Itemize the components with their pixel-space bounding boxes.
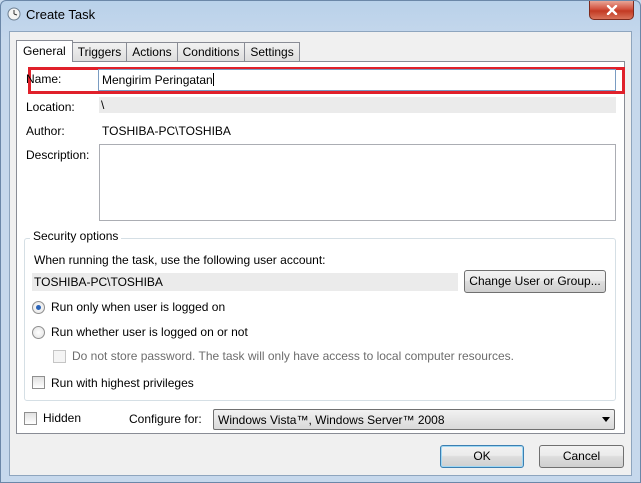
run-logged-on-label[interactable]: Run only when user is logged on xyxy=(51,300,225,314)
cancel-button[interactable]: Cancel xyxy=(539,445,624,468)
account-prompt: When running the task, use the following… xyxy=(34,253,326,267)
run-whether-logged-on-radio[interactable] xyxy=(32,326,45,339)
hidden-label[interactable]: Hidden xyxy=(43,411,81,425)
create-task-dialog: Create Task General Triggers Actions Con… xyxy=(0,0,641,483)
tab-settings[interactable]: Settings xyxy=(244,42,300,62)
tab-actions[interactable]: Actions xyxy=(126,42,178,62)
window-title: Create Task xyxy=(26,7,96,22)
author-label: Author: xyxy=(26,124,65,138)
name-label: Name: xyxy=(26,72,62,86)
user-account-value: TOSHIBA-PC\TOSHIBA xyxy=(34,275,163,289)
task-clock-icon xyxy=(7,7,21,21)
configure-for-label: Configure for: xyxy=(129,412,202,426)
dropdown-arrow-icon xyxy=(602,417,610,422)
description-textarea[interactable] xyxy=(99,144,616,221)
location-label: Location: xyxy=(26,100,75,114)
highest-privileges-label[interactable]: Run with highest privileges xyxy=(51,376,194,390)
radio-selected-dot xyxy=(36,305,41,310)
location-value-text: \ xyxy=(101,98,105,112)
configure-for-value: Windows Vista™, Windows Server™ 2008 xyxy=(218,413,445,427)
ok-button[interactable]: OK xyxy=(440,445,524,468)
no-store-password-label: Do not store password. The task will onl… xyxy=(72,349,514,363)
title-bar[interactable]: Create Task xyxy=(1,1,640,29)
dialog-client-area: General Triggers Actions Conditions Sett… xyxy=(9,31,632,476)
description-label: Description: xyxy=(26,148,90,162)
security-options-title: Security options xyxy=(30,229,122,243)
tab-general[interactable]: General xyxy=(16,40,73,62)
tab-triggers[interactable]: Triggers xyxy=(71,42,128,62)
text-caret xyxy=(212,73,214,86)
name-input[interactable]: Mengirim Peringatan xyxy=(98,69,616,91)
name-input-value: Mengirim Peringatan xyxy=(102,73,213,87)
tab-conditions[interactable]: Conditions xyxy=(176,42,246,62)
location-value: \ xyxy=(99,97,616,113)
configure-for-select[interactable]: Windows Vista™, Windows Server™ 2008 xyxy=(213,409,615,430)
close-button[interactable] xyxy=(589,1,634,20)
run-whether-logged-on-label[interactable]: Run whether user is logged on or not xyxy=(51,325,248,339)
author-value: TOSHIBA-PC\TOSHIBA xyxy=(102,124,231,138)
user-account-field: TOSHIBA-PC\TOSHIBA xyxy=(32,273,458,291)
no-store-password-checkbox[interactable] xyxy=(53,350,66,363)
change-user-button[interactable]: Change User or Group... xyxy=(464,270,606,293)
run-logged-on-radio[interactable] xyxy=(32,301,45,314)
close-icon xyxy=(606,5,617,15)
tab-strip: General Triggers Actions Conditions Sett… xyxy=(16,40,300,62)
hidden-checkbox[interactable] xyxy=(24,412,37,425)
highest-privileges-checkbox[interactable] xyxy=(32,376,45,389)
